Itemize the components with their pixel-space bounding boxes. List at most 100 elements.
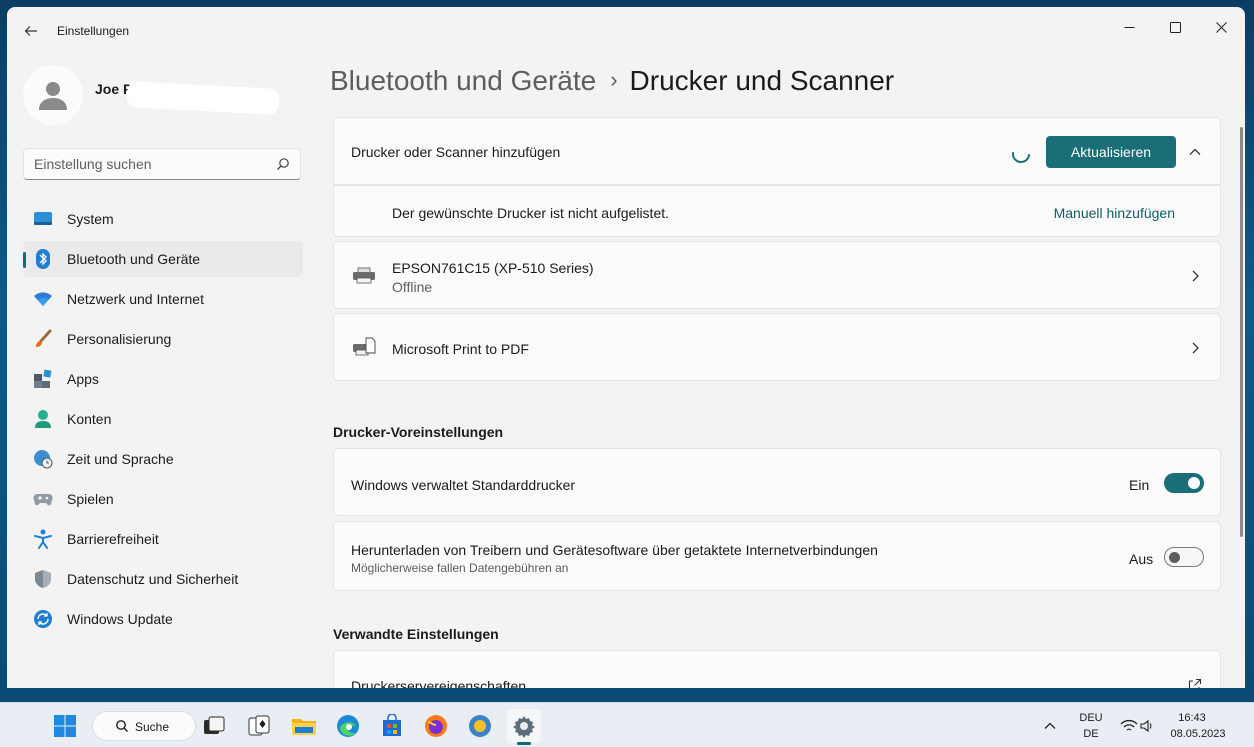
sidebar-item-label: Windows Update: [67, 611, 173, 627]
sidebar-item-privacy[interactable]: Datenschutz und Sicherheit: [23, 561, 303, 597]
sidebar-item-windows-update[interactable]: Windows Update: [23, 601, 303, 637]
edge-browser-app[interactable]: [331, 709, 365, 743]
sidebar-item-label: Netzwerk und Internet: [67, 291, 204, 307]
sidebar-item-label: Apps: [67, 371, 99, 387]
avatar: [23, 65, 83, 125]
sidebar-item-personalization[interactable]: Personalisierung: [23, 321, 303, 357]
sidebar-item-label: System: [67, 211, 114, 227]
start-button[interactable]: [48, 709, 82, 743]
chevron-up-icon[interactable]: [1188, 145, 1202, 159]
network-volume-tray[interactable]: [1117, 709, 1157, 743]
sidebar-nav: System Bluetooth und Geräte Netzwerk und…: [23, 201, 303, 641]
clock-time[interactable]: 16:43: [1170, 712, 1214, 724]
breadcrumb-separator: ›: [610, 67, 618, 92]
windows-logo-icon: [54, 715, 76, 737]
external-link-icon: [1188, 678, 1202, 688]
taskbar-search[interactable]: Suche: [92, 711, 196, 741]
breadcrumb-parent[interactable]: Bluetooth und Geräte: [330, 65, 596, 96]
printer-icon: [353, 267, 375, 284]
taskbar-search-label: Suche: [135, 720, 170, 734]
person-icon: [39, 82, 67, 110]
settings-app[interactable]: [507, 709, 541, 745]
settings-window: Einstellungen Joe P System: [7, 7, 1245, 688]
firefox-app[interactable]: [419, 709, 453, 743]
default-printer-toggle[interactable]: [1164, 473, 1204, 493]
back-button[interactable]: [19, 19, 43, 43]
solitaire-app[interactable]: [242, 709, 276, 743]
arrow-left-icon: [24, 26, 37, 36]
shield-icon: [33, 569, 53, 589]
close-button[interactable]: [1198, 11, 1244, 43]
gamepad-icon: [33, 489, 53, 509]
manual-add-link[interactable]: Manuell hinzufügen: [1054, 205, 1175, 221]
default-printer-label: Windows verwaltet Standarddrucker: [351, 477, 576, 493]
sidebar-item-gaming[interactable]: Spielen: [23, 481, 303, 517]
default-printer-row: Windows verwaltet Standarddrucker Ein: [333, 448, 1221, 516]
search-icon[interactable]: [276, 157, 290, 171]
maximize-button[interactable]: [1152, 11, 1198, 43]
add-printer-card[interactable]: Drucker oder Scanner hinzufügen Aktualis…: [333, 117, 1221, 185]
sidebar-item-accounts[interactable]: Konten: [23, 401, 303, 437]
toggle-state-label: Aus: [1129, 551, 1154, 567]
metered-download-label: Herunterladen von Treibern und Gerätesof…: [351, 542, 878, 558]
taskbar: Suche DEU DE 16:43 08.05.2023: [0, 702, 1254, 747]
settings-search[interactable]: [23, 148, 301, 180]
print-server-properties-row[interactable]: Druckerservereigenschaften: [333, 650, 1221, 688]
chevron-right-icon: [1192, 342, 1199, 354]
task-view-button[interactable]: [197, 709, 231, 743]
task-view-icon: [204, 716, 225, 734]
chevron-right-icon: [1192, 270, 1199, 282]
sidebar-item-accessibility[interactable]: Barrierefreiheit: [23, 521, 303, 557]
user-profile[interactable]: Joe P: [23, 63, 293, 127]
chevron-up-icon: [1044, 722, 1056, 729]
search-input[interactable]: [34, 149, 264, 179]
store-app[interactable]: [375, 709, 409, 743]
sidebar-item-apps[interactable]: Apps: [23, 361, 303, 397]
sidebar-item-label: Barrierefreiheit: [67, 531, 159, 547]
printer-status: Offline: [392, 279, 433, 295]
title-bar: Einstellungen: [7, 7, 1245, 53]
minimize-icon: [1124, 26, 1134, 28]
close-icon: [1215, 21, 1227, 33]
minimize-button[interactable]: [1106, 11, 1152, 43]
scrollbar[interactable]: [1240, 127, 1243, 537]
sidebar-item-label: Personalisierung: [67, 331, 172, 347]
sidebar-item-network[interactable]: Netzwerk und Internet: [23, 281, 303, 317]
brush-icon: [33, 329, 53, 349]
sidebar-item-time-language[interactable]: Zeit und Sprache: [23, 441, 303, 477]
sun-icon: [469, 715, 491, 737]
metered-download-sub: Möglicherweise fallen Datengebühren an: [351, 561, 569, 575]
sidebar-item-label: Spielen: [67, 491, 114, 507]
store-icon: [383, 714, 401, 736]
printer-row-pdf[interactable]: Microsoft Print to PDF: [333, 313, 1221, 381]
gear-icon: [513, 716, 535, 738]
search-icon: [116, 720, 129, 733]
show-hidden-icons-button[interactable]: [1035, 709, 1065, 743]
globe-clock-icon: [33, 449, 53, 469]
file-explorer-app[interactable]: [287, 709, 321, 743]
toggle-state-label: Ein: [1129, 477, 1150, 493]
language-indicator-bottom[interactable]: DE: [1075, 728, 1107, 740]
account-icon: [33, 409, 53, 429]
sun-app[interactable]: [463, 709, 497, 743]
sidebar-item-label: Zeit und Sprache: [67, 451, 174, 467]
metered-download-row: Herunterladen von Treibern und Gerätesof…: [333, 521, 1221, 591]
wifi-icon: [1120, 719, 1138, 731]
sidebar-item-label: Konten: [67, 411, 112, 427]
printer-row-epson[interactable]: EPSON761C15 (XP-510 Series) Offline: [333, 241, 1221, 309]
wifi-icon: [33, 289, 53, 309]
pdf-printer-icon: [353, 337, 376, 356]
not-listed-text: Der gewünschte Drucker ist nicht aufgeli…: [392, 205, 670, 221]
metered-download-toggle[interactable]: [1164, 547, 1204, 567]
refresh-button[interactable]: Aktualisieren: [1046, 136, 1176, 168]
sidebar-item-bluetooth[interactable]: Bluetooth und Geräte: [23, 241, 303, 277]
sidebar-item-system[interactable]: System: [23, 201, 303, 237]
clock-date[interactable]: 08.05.2023: [1170, 728, 1226, 740]
language-indicator-top[interactable]: DEU: [1075, 712, 1107, 724]
section-title-related-settings: Verwandte Einstellungen: [333, 626, 499, 642]
maximize-icon: [1169, 21, 1181, 33]
add-printer-label: Drucker oder Scanner hinzufügen: [351, 144, 561, 160]
cards-icon: [248, 715, 270, 736]
edge-icon: [337, 715, 359, 737]
firefox-icon: [425, 715, 447, 737]
